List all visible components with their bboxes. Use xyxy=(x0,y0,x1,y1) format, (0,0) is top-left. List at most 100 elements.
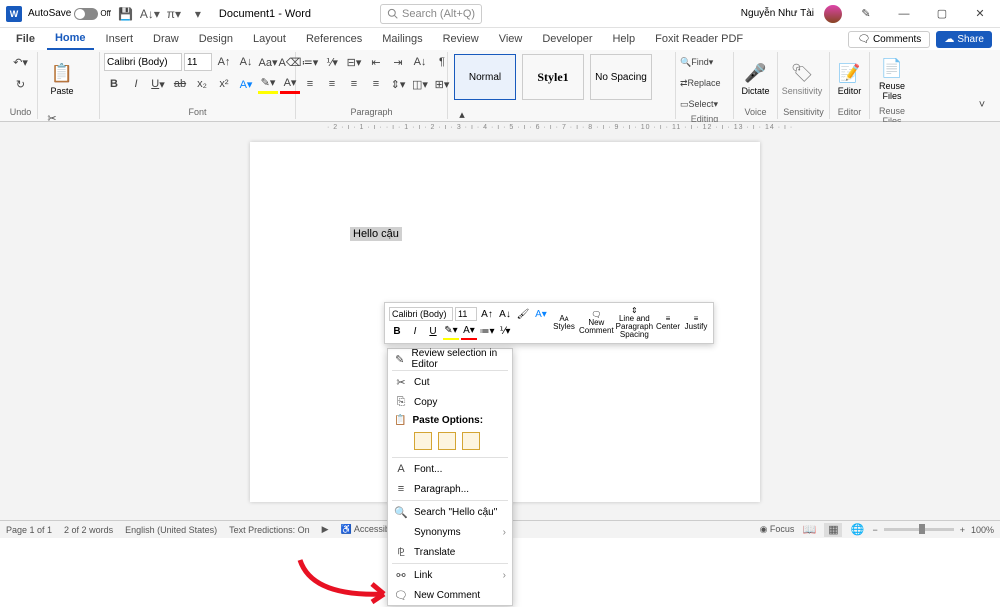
mini-size-select[interactable] xyxy=(455,307,477,321)
superscript-button[interactable]: x² xyxy=(214,74,234,94)
tab-mailings[interactable]: Mailings xyxy=(374,28,430,50)
status-words[interactable]: 2 of 2 words xyxy=(64,525,113,535)
view-web-layout[interactable]: 🌐 xyxy=(848,523,866,537)
vertical-ruler[interactable] xyxy=(0,138,14,520)
paste-text-only[interactable] xyxy=(462,432,480,450)
mini-highlight[interactable]: ✎▾ xyxy=(443,324,459,340)
mini-justify[interactable]: ≡Justify xyxy=(683,315,709,331)
styles-up-button[interactable]: ▴ xyxy=(452,104,472,124)
grow-font-button[interactable]: A↑ xyxy=(214,52,234,72)
ribbon-collapse-button[interactable]: ˅ xyxy=(972,95,992,115)
align-center-button[interactable]: ≡ xyxy=(322,74,342,94)
view-read-mode[interactable]: 📖 xyxy=(800,523,818,537)
font-family-select[interactable] xyxy=(104,53,182,71)
mini-italic[interactable]: I xyxy=(407,324,423,340)
subscript-button[interactable]: x₂ xyxy=(192,74,212,94)
status-predictions[interactable]: Text Predictions: On xyxy=(229,525,310,535)
mini-shrink-font[interactable]: A↓ xyxy=(497,307,513,323)
mini-line-spacing[interactable]: ⇕Line and Paragraph Spacing xyxy=(616,307,653,339)
paste-keep-source[interactable] xyxy=(414,432,432,450)
view-print-layout[interactable]: ▦ xyxy=(824,523,842,537)
menu-link[interactable]: ⚯Link› xyxy=(388,565,512,585)
redo-button[interactable]: ↻ xyxy=(11,74,31,94)
bullets-button[interactable]: ≔▾ xyxy=(300,52,320,72)
tab-references[interactable]: References xyxy=(298,28,370,50)
mini-center[interactable]: ≡Center xyxy=(655,315,681,331)
select-button[interactable]: ▭ Select▾ xyxy=(680,94,718,114)
zoom-out-button[interactable]: − xyxy=(872,525,877,535)
zoom-in-button[interactable]: + xyxy=(960,525,965,535)
save-icon[interactable]: 💾 xyxy=(117,5,135,23)
comments-button[interactable]: 🗨 Comments xyxy=(848,31,930,48)
shading-button[interactable]: ◫▾ xyxy=(410,74,430,94)
justify-button[interactable]: ≡ xyxy=(366,74,386,94)
mini-font-select[interactable] xyxy=(389,307,453,321)
bold-button[interactable]: B xyxy=(104,74,124,94)
menu-paragraph[interactable]: ≡Paragraph... xyxy=(388,479,512,499)
line-spacing-button[interactable]: ⇕▾ xyxy=(388,74,408,94)
multilevel-button[interactable]: ⊟▾ xyxy=(344,52,364,72)
horizontal-ruler[interactable]: · 2 · ı · 1 · ı · · ı · 1 · ı · 2 · ı · … xyxy=(0,122,1000,138)
mini-styles[interactable]: A▾ xyxy=(533,307,549,323)
style-style1[interactable]: Style1 xyxy=(522,54,584,100)
selected-text[interactable]: Hello cậu xyxy=(350,227,402,241)
zoom-level[interactable]: 100% xyxy=(971,525,994,535)
minimize-button[interactable]: — xyxy=(890,5,918,23)
menu-font[interactable]: AFont... xyxy=(388,459,512,479)
paste-button[interactable]: 📋Paste xyxy=(42,52,82,106)
decrease-indent-button[interactable]: ⇤ xyxy=(366,52,386,72)
align-left-button[interactable]: ≡ xyxy=(300,74,320,94)
reuse-files-button[interactable]: 📄Reuse Files xyxy=(874,52,910,106)
text-effects-button[interactable]: A▾ xyxy=(236,74,256,94)
dictate-button[interactable]: 🎤Dictate xyxy=(738,53,773,107)
qat-font-icon[interactable]: A↓▾ xyxy=(141,5,159,23)
username[interactable]: Nguyễn Như Tài xyxy=(741,8,814,19)
tab-home[interactable]: Home xyxy=(47,28,94,50)
mini-underline[interactable]: U xyxy=(425,324,441,340)
mini-new-comment[interactable]: 🗨New Comment xyxy=(579,311,614,335)
status-macro-icon[interactable]: ▶ xyxy=(322,524,329,535)
underline-button[interactable]: U▾ xyxy=(148,74,168,94)
tab-insert[interactable]: Insert xyxy=(98,28,142,50)
tab-file[interactable]: File xyxy=(8,28,43,50)
style-no-spacing[interactable]: No Spacing xyxy=(590,54,652,100)
menu-copy[interactable]: ⎘Copy xyxy=(388,392,512,412)
tab-draw[interactable]: Draw xyxy=(145,28,187,50)
menu-cut[interactable]: ✂Cut xyxy=(388,372,512,392)
tab-view[interactable]: View xyxy=(491,28,531,50)
mini-bold[interactable]: B xyxy=(389,324,405,340)
replace-button[interactable]: ⇄ Replace xyxy=(680,73,721,93)
increase-indent-button[interactable]: ⇥ xyxy=(388,52,408,72)
status-language[interactable]: English (United States) xyxy=(125,525,217,535)
tab-help[interactable]: Help xyxy=(604,28,643,50)
menu-synonyms[interactable]: Synonyms› xyxy=(388,522,512,542)
undo-button[interactable]: ↶▾ xyxy=(11,52,31,72)
menu-translate[interactable]: ⅊Translate xyxy=(388,542,512,562)
menu-search[interactable]: 🔍Search "Hello cậu" xyxy=(388,502,512,522)
restore-button[interactable]: ▢ xyxy=(928,5,956,23)
paste-merge[interactable] xyxy=(438,432,456,450)
find-button[interactable]: 🔍 Find▾ xyxy=(680,52,713,72)
mini-numbering[interactable]: ⅟▾ xyxy=(497,324,513,340)
change-case-button[interactable]: Aa▾ xyxy=(258,52,278,72)
numbering-button[interactable]: ⅟▾ xyxy=(322,52,342,72)
search-box[interactable]: Search (Alt+Q) xyxy=(380,4,482,24)
sort-button[interactable]: A↓ xyxy=(410,52,430,72)
autosave-toggle[interactable] xyxy=(74,8,98,20)
mini-bullets[interactable]: ≔▾ xyxy=(479,324,495,340)
menu-new-comment[interactable]: 🗨New Comment xyxy=(388,585,512,605)
mini-font-color[interactable]: A▾ xyxy=(461,324,477,340)
strikethrough-button[interactable]: ab xyxy=(170,74,190,94)
status-focus[interactable]: ◉ Focus xyxy=(760,524,795,535)
font-size-select[interactable] xyxy=(184,53,212,71)
status-page[interactable]: Page 1 of 1 xyxy=(6,525,52,535)
tab-design[interactable]: Design xyxy=(191,28,241,50)
shrink-font-button[interactable]: A↓ xyxy=(236,52,256,72)
sensitivity-button[interactable]: 🏷Sensitivity xyxy=(782,53,822,107)
italic-button[interactable]: I xyxy=(126,74,146,94)
tab-review[interactable]: Review xyxy=(435,28,487,50)
pencil-icon[interactable]: ✎ xyxy=(852,5,880,23)
qat-equation-icon[interactable]: π▾ xyxy=(165,5,183,23)
highlight-button[interactable]: ✎▾ xyxy=(258,74,278,94)
mini-grow-font[interactable]: A↑ xyxy=(479,307,495,323)
